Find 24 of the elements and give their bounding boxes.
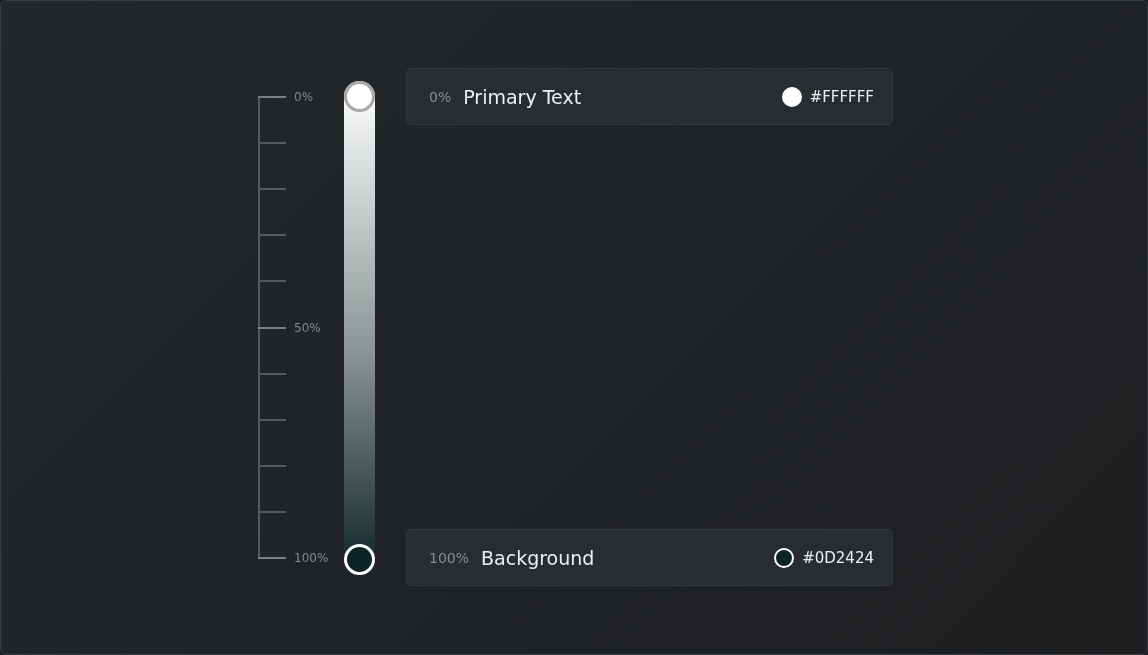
scale-tick xyxy=(258,280,286,283)
slider-handle[interactable] xyxy=(344,81,375,112)
color-stop-card[interactable]: 100% Background #0D2424 xyxy=(406,529,893,586)
scale-tick xyxy=(258,372,286,375)
scale-tick xyxy=(258,326,286,329)
stop-percent: 0% xyxy=(429,88,452,105)
stop-name: Background xyxy=(481,546,596,569)
scale-tick xyxy=(258,96,286,98)
scale-tick xyxy=(258,557,286,559)
scale-tick xyxy=(258,464,286,467)
scale-tick xyxy=(258,234,286,237)
hex-value: #FFFFFF xyxy=(809,87,874,106)
scale-tick xyxy=(258,510,286,513)
gradient-slider[interactable] xyxy=(344,81,375,575)
stop-percent: 100% xyxy=(429,549,470,566)
scale-label: 100% xyxy=(294,551,329,565)
hex-value: #0D2424 xyxy=(802,548,874,567)
scale-tick xyxy=(258,418,286,421)
color-stop-card[interactable]: 0% Primary Text #FFFFFF xyxy=(406,68,893,125)
scale-tick xyxy=(258,142,286,145)
scale-tick xyxy=(258,188,286,191)
scale-label: 0% xyxy=(294,90,314,104)
stop-name: Primary Text xyxy=(463,85,583,108)
scale-label: 50% xyxy=(294,320,321,335)
